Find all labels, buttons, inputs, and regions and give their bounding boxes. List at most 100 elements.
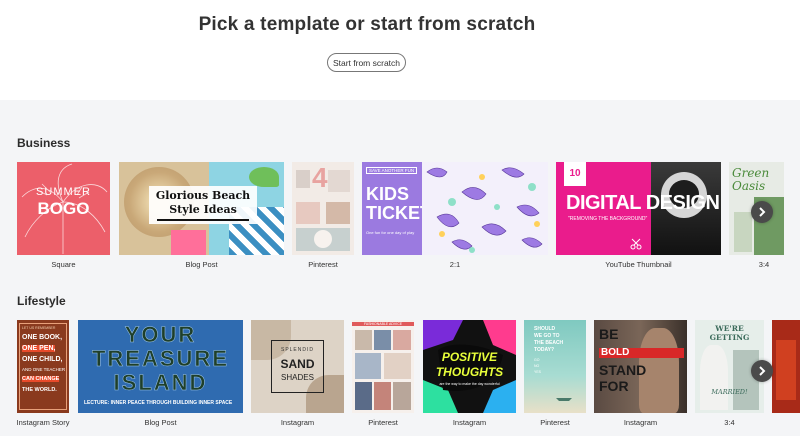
positive-line-2: THOUGHTS — [435, 365, 504, 379]
plant-photo — [734, 212, 752, 252]
photo-block — [384, 353, 411, 379]
beach-q-2: WE GO TO — [534, 333, 560, 339]
wed-line-3: MARRIED! — [711, 388, 748, 396]
bogo-text: BOGO — [37, 199, 90, 218]
chevron-right-icon — [759, 207, 766, 217]
story-line-4: ONE CHILD, — [22, 356, 63, 363]
photo-block — [374, 382, 391, 410]
section-title-lifestyle: Lifestyle — [17, 294, 66, 308]
caption-pinterest-1: Pinterest — [368, 418, 398, 427]
header: Pick a template or start from scratch St… — [0, 0, 800, 100]
green-text: Green — [732, 166, 770, 180]
photo-block — [355, 382, 372, 410]
photo-block — [296, 228, 350, 251]
beach-q-4: TODAY? — [534, 347, 555, 353]
oasis-text: Oasis — [732, 179, 766, 193]
section-title-business: Business — [17, 136, 71, 150]
number-tag-text: 10 — [569, 168, 581, 179]
photo-block — [296, 202, 320, 224]
template-card-pinterest-1[interactable]: FASHIONABLE ADVICE — [352, 320, 414, 413]
underline — [157, 219, 249, 221]
template-card-pinterest-2[interactable]: SHOULD WE GO TO THE BEACH TODAY? GO NO Y… — [524, 320, 586, 413]
positive-subtitle: are the way to make the day wonderful — [439, 382, 500, 386]
caption-square: Square — [51, 260, 76, 269]
template-card-partial[interactable] — [772, 320, 800, 413]
pink-towel — [171, 230, 206, 255]
photo-block — [328, 170, 350, 192]
business-next-arrow[interactable] — [751, 201, 773, 223]
template-card-2-1[interactable]: SAVE ANOTHER FUN KIDS TICKET One fun for… — [362, 162, 548, 255]
bold-line-1: BE — [599, 326, 619, 342]
treasure-line-1: YOUR — [124, 322, 197, 348]
story-line-7: THE WORLD. — [22, 387, 57, 393]
beach-a-1: GO — [534, 358, 540, 362]
ticket-small-text: One fun for one day of play — [366, 230, 415, 235]
caption-instagram-1: Instagram — [280, 418, 315, 427]
photo-block — [374, 330, 391, 350]
photo-block — [355, 353, 381, 379]
template-card-instagram-3[interactable]: BE BOLD STAND FOR — [594, 320, 687, 413]
template-card-instagram-story[interactable]: LET US REMEMBER ONE BOOK, ONE PEN, ONE C… — [17, 320, 69, 413]
template-card-blog-post-lifestyle[interactable]: YOUR TREASURE ISLAND LECTURE: INNER PEAC… — [78, 320, 243, 413]
template-card-pinterest[interactable]: 4 — [292, 162, 354, 255]
template-card-youtube-thumbnail[interactable]: 10 DIGITAL DESIGN "REMOVING THE BACKGROU… — [556, 162, 721, 255]
page-title: Pick a template or start from scratch — [198, 14, 536, 35]
sand-line-3: SHADES — [281, 373, 314, 382]
doodle-pattern — [422, 162, 548, 255]
caption-youtube-thumbnail: YouTube Thumbnail — [605, 260, 672, 269]
caption-pinterest-2: Pinterest — [540, 418, 570, 427]
beach-a-2: NO — [534, 364, 540, 368]
start-from-scratch-button[interactable]: Start from scratch — [327, 53, 406, 72]
caption-instagram-2: Instagram — [452, 418, 487, 427]
bold-line-3: STAND — [599, 362, 647, 378]
dress-photo — [700, 345, 728, 410]
sand-line-1: SPLENDID — [280, 347, 314, 353]
chevron-right-icon — [759, 366, 766, 376]
wed-line-1: WE'RE — [715, 324, 744, 333]
scissors-icon — [630, 238, 642, 250]
sand-line-2: SAND — [280, 357, 315, 371]
wed-line-2: GETTING — [709, 333, 750, 342]
beach-q-1: SHOULD — [534, 326, 556, 332]
caption-instagram-3: Instagram — [623, 418, 658, 427]
youtube-subtitle: "REMOVING THE BACKGROUND" — [568, 216, 648, 222]
positive-line-1: POSITIVE — [441, 350, 498, 364]
photo-block — [355, 330, 372, 350]
beach-a-3: YES — [534, 370, 542, 374]
bold-line-2: BOLD — [601, 347, 630, 358]
caption-instagram-story: Instagram Story — [16, 418, 70, 427]
lifestyle-next-arrow[interactable] — [751, 360, 773, 382]
caption-blog-post: Blog Post — [185, 260, 218, 269]
ticket-title-1: KIDS — [366, 184, 410, 204]
story-line-3: ONE PEN, — [22, 345, 56, 352]
ticket-banner: SAVE ANOTHER FUN — [366, 167, 418, 174]
template-card-blog-post[interactable]: Glorious Beach Style Ideas — [119, 162, 284, 255]
treasure-line-3: ISLAND — [113, 370, 208, 396]
pin-number: 4 — [312, 162, 328, 193]
beach-q-3: THE BEACH — [534, 340, 564, 346]
story-line-5: AND ONE TEACHER — [22, 367, 66, 372]
caption-blog-post-lifestyle: Blog Post — [144, 418, 177, 427]
treasure-subtitle: LECTURE: INNER PEACE THROUGH BUILDING IN… — [84, 400, 233, 406]
summer-text: SUMMER — [36, 186, 91, 198]
story-line-6: CAN CHANGE — [22, 376, 60, 382]
beach-title-line2: Style Ideas — [169, 203, 237, 216]
fashion-banner: FASHIONABLE ADVICE — [352, 322, 414, 326]
photo-block — [393, 330, 411, 350]
caption-3-4-lifestyle: 3:4 — [724, 418, 735, 427]
template-card-instagram-2[interactable]: POSITIVE THOUGHTS are the way to make th… — [423, 320, 516, 413]
caption-2-1: 2:1 — [449, 260, 461, 269]
beach-title-line1: Glorious Beach — [155, 189, 251, 202]
template-card-square[interactable]: SUMMER BOGO — [17, 162, 110, 255]
boat-icon — [556, 398, 572, 401]
photo-block — [393, 382, 411, 410]
youtube-title: DIGITAL DESIGN — [566, 192, 720, 214]
treasure-line-2: TREASURE — [91, 346, 229, 372]
photo-block — [296, 170, 310, 188]
template-card-instagram-1[interactable]: SPLENDID SAND SHADES — [251, 320, 344, 413]
story-line-2: ONE BOOK, — [22, 334, 63, 341]
story-line-1: LET US REMEMBER — [22, 326, 56, 330]
caption-3-4: 3:4 — [758, 260, 770, 269]
caption-pinterest: Pinterest — [308, 260, 338, 269]
bold-line-4: FOR — [599, 378, 629, 394]
